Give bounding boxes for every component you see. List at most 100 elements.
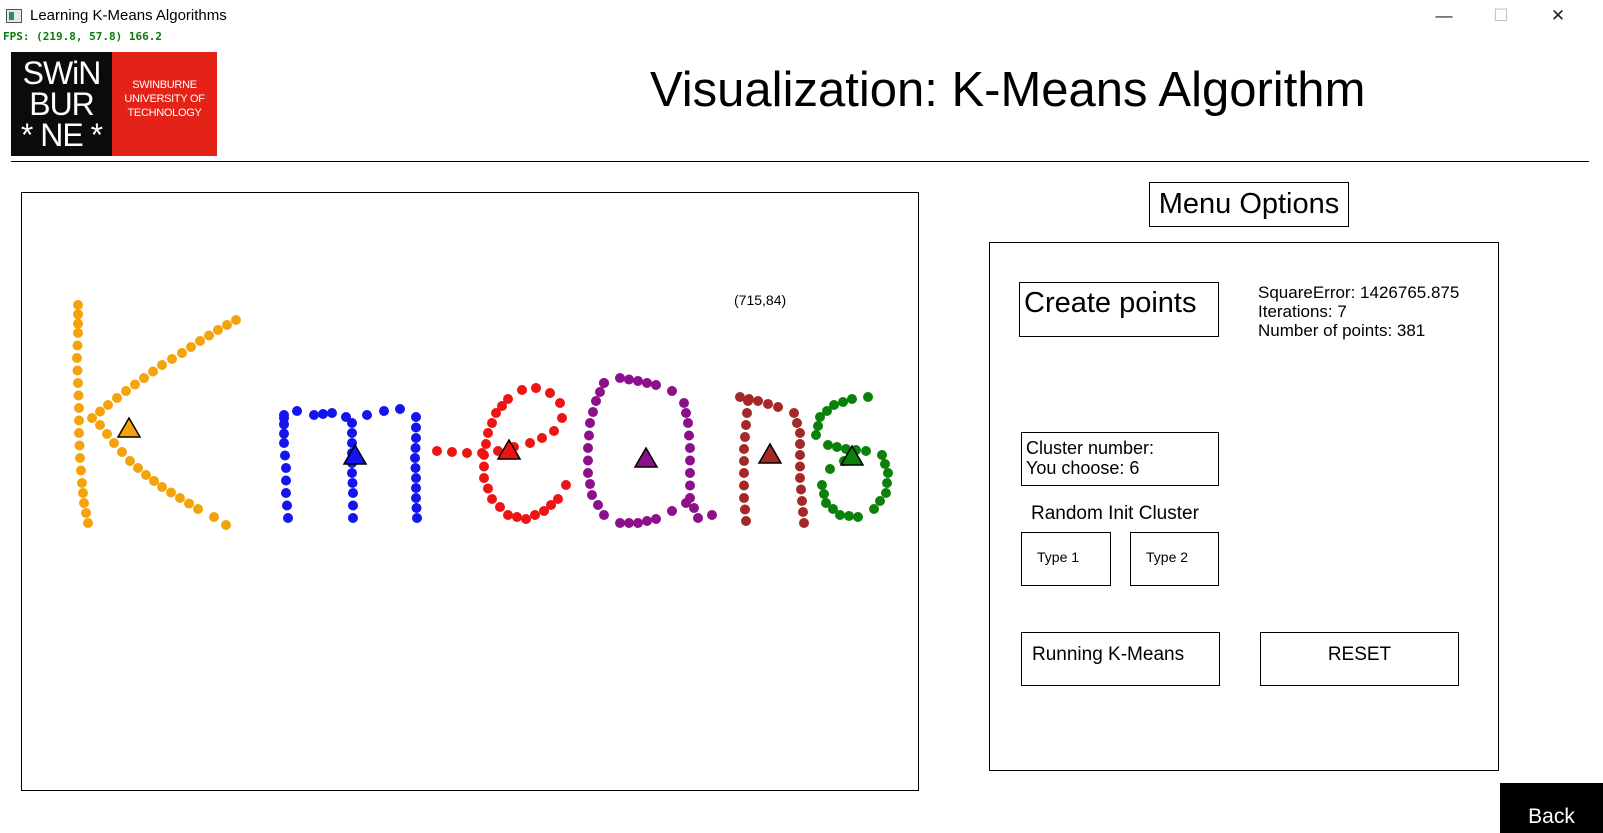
data-point (483, 428, 493, 438)
data-point (667, 506, 677, 516)
data-point (491, 408, 501, 418)
window-titlebar: Learning K-Means Algorithms — ☐ ✕ (0, 0, 1603, 32)
data-point (95, 420, 105, 430)
data-point (549, 426, 559, 436)
logo-line-3: * NE * (20, 117, 103, 153)
data-point (685, 468, 695, 478)
data-point (133, 463, 143, 473)
cluster-number-input[interactable]: Cluster number: You choose: 6 (1021, 432, 1219, 486)
num-points-text: Number of points: 381 (1258, 321, 1426, 340)
data-point (633, 518, 643, 528)
logo-institution-name: SWINBURNE UNIVERSITY OF TECHNOLOGY (124, 79, 205, 119)
data-point (583, 443, 593, 453)
page-title: Visualization: K-Means Algorithm (650, 63, 1366, 117)
data-point (685, 443, 695, 453)
data-point (796, 484, 806, 495)
data-point (87, 413, 97, 423)
data-point (624, 518, 634, 528)
close-button[interactable]: ✕ (1535, 0, 1581, 32)
type2-button[interactable]: Type 2 (1130, 532, 1219, 586)
data-point (633, 376, 643, 386)
data-point (75, 453, 85, 463)
data-point (667, 386, 677, 396)
data-point (479, 461, 489, 472)
data-point (792, 418, 802, 428)
data-point (615, 518, 625, 528)
data-point (411, 503, 422, 513)
iterations-text: Iterations: 7 (1258, 302, 1347, 321)
data-point (432, 446, 442, 456)
data-point (683, 418, 693, 428)
random-init-label: Random Init Cluster (1031, 503, 1199, 524)
plot-canvas[interactable] (21, 192, 919, 791)
minimize-button[interactable]: — (1421, 0, 1467, 32)
create-points-button[interactable]: Create points (1019, 282, 1219, 337)
data-point (281, 463, 291, 473)
logo-wordmark: SWiN BUR * NE * (11, 52, 112, 156)
maximize-button[interactable]: ☐ (1478, 0, 1524, 32)
data-point (832, 442, 842, 452)
data-point (881, 488, 891, 498)
data-point (487, 418, 497, 428)
data-point (557, 413, 567, 423)
data-point (73, 309, 83, 320)
data-point (651, 380, 661, 390)
data-point (347, 468, 357, 478)
data-point (292, 406, 302, 416)
data-point (462, 448, 472, 458)
data-point (685, 455, 695, 466)
data-point (481, 439, 491, 449)
data-point (512, 512, 522, 522)
data-point (789, 408, 799, 418)
data-point (327, 408, 337, 418)
data-point (599, 510, 609, 520)
data-point (347, 428, 357, 438)
data-point (73, 390, 84, 401)
data-point (167, 354, 177, 364)
data-point (795, 461, 805, 472)
data-point (121, 386, 131, 396)
run-kmeans-button[interactable]: Running K-Means (1021, 632, 1220, 686)
data-point (213, 325, 223, 335)
reset-button[interactable]: RESET (1260, 632, 1459, 686)
data-point (411, 473, 421, 483)
data-point (742, 408, 752, 418)
type1-button[interactable]: Type 1 (1021, 532, 1111, 586)
logo-line-2: BUR (29, 86, 95, 122)
data-point (599, 378, 609, 388)
data-point (72, 353, 82, 363)
data-point (593, 500, 603, 510)
data-point (410, 453, 420, 463)
data-point (347, 418, 357, 428)
data-point (125, 456, 135, 466)
data-point (74, 415, 84, 426)
data-point (795, 473, 805, 483)
data-point (347, 478, 358, 488)
data-point (753, 396, 763, 406)
data-point (348, 500, 358, 511)
data-point (411, 493, 421, 503)
data-point (193, 504, 203, 514)
data-point (679, 398, 689, 408)
centroid-1 (116, 416, 142, 438)
data-point (591, 396, 601, 406)
data-point (410, 443, 421, 453)
data-point (283, 513, 293, 523)
data-point (615, 373, 625, 383)
data-point (483, 483, 493, 494)
data-point (863, 392, 873, 402)
back-button[interactable]: Back (1500, 783, 1603, 833)
data-point (877, 450, 887, 460)
data-point (280, 450, 290, 461)
data-point (817, 480, 827, 490)
data-point (537, 433, 547, 443)
data-point (821, 498, 831, 508)
data-point (149, 476, 159, 486)
data-point (139, 373, 149, 383)
data-point (875, 496, 885, 506)
data-point (309, 410, 319, 420)
data-point (410, 463, 421, 473)
data-point (109, 438, 119, 448)
data-point (73, 318, 83, 329)
data-point (795, 439, 805, 449)
